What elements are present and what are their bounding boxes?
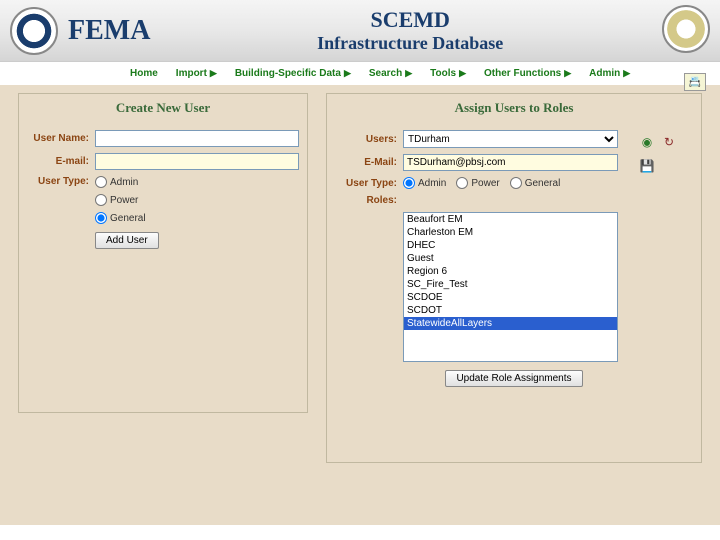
usertype-radio-group: Admin Power General [95, 176, 146, 224]
username-label: User Name: [27, 133, 95, 144]
radio-general[interactable]: General [95, 212, 146, 224]
assign-roles-title: Assign Users to Roles [335, 100, 693, 116]
refresh-icon[interactable]: ↻ [661, 134, 677, 150]
users-label: Users: [335, 134, 403, 145]
radio-power[interactable]: Power [95, 194, 146, 206]
roles-listbox[interactable]: Beaufort EMCharleston EMDHECGuestRegion … [403, 212, 618, 362]
assign-usertype-radio-group: Admin Power General [403, 177, 560, 189]
app-header: FEMA SCEMD Infrastructure Database [0, 0, 720, 62]
assign-usertype-label: User Type: [335, 178, 403, 189]
users-select[interactable]: TDurham [403, 130, 618, 148]
assign-roles-panel: Assign Users to Roles ◉ ↻ 💾 Users: TDurh… [326, 93, 702, 463]
role-option[interactable]: SC_Fire_Test [404, 278, 617, 291]
create-user-panel: Create New User User Name: E-mail: User … [18, 93, 308, 413]
title-line-2: Infrastructure Database [110, 33, 710, 54]
sc-seal-icon [662, 5, 710, 53]
panel-action-icons: ◉ ↻ 💾 [639, 134, 677, 174]
title-line-1: SCEMD [110, 7, 710, 33]
role-option[interactable]: Guest [404, 252, 617, 265]
nav-admin[interactable]: Admin▶ [589, 68, 630, 79]
assign-email-input[interactable] [403, 154, 618, 171]
nav-search[interactable]: Search▶ [369, 68, 412, 79]
chevron-right-icon: ▶ [210, 68, 217, 79]
fema-seal-icon [10, 7, 58, 55]
nav-building-data[interactable]: Building-Specific Data▶ [235, 68, 351, 79]
add-user-button[interactable]: Add User [95, 232, 159, 249]
nav-import[interactable]: Import▶ [176, 68, 217, 79]
content-area: 📇 Create New User User Name: E-mail: Use… [0, 85, 720, 525]
nav-tools[interactable]: Tools▶ [430, 68, 466, 79]
nav-home[interactable]: Home [130, 68, 158, 79]
email-label: E-mail: [27, 156, 95, 167]
nav-other[interactable]: Other Functions▶ [484, 68, 571, 79]
role-option[interactable]: DHEC [404, 239, 617, 252]
save-icon[interactable]: 💾 [639, 158, 655, 174]
chevron-right-icon: ▶ [623, 68, 630, 79]
assign-radio-power[interactable]: Power [456, 177, 499, 189]
email-input[interactable] [95, 153, 299, 170]
create-user-title: Create New User [27, 100, 299, 116]
radio-admin[interactable]: Admin [95, 176, 146, 188]
usertype-label: User Type: [27, 176, 95, 187]
chevron-right-icon: ▶ [405, 68, 412, 79]
chevron-right-icon: ▶ [459, 68, 466, 79]
go-icon[interactable]: ◉ [639, 134, 655, 150]
assign-email-label: E-Mail: [335, 157, 403, 168]
assign-radio-general[interactable]: General [510, 177, 561, 189]
role-option[interactable]: Charleston EM [404, 226, 617, 239]
roles-label: Roles: [335, 195, 403, 206]
app-title: SCEMD Infrastructure Database [110, 7, 710, 54]
main-nav: Home Import▶ Building-Specific Data▶ Sea… [0, 62, 720, 85]
role-option[interactable]: SCDOT [404, 304, 617, 317]
role-option[interactable]: SCDOE [404, 291, 617, 304]
assign-radio-admin[interactable]: Admin [403, 177, 446, 189]
role-option[interactable]: Region 6 [404, 265, 617, 278]
chevron-right-icon: ▶ [564, 68, 571, 79]
role-option[interactable]: StatewideAllLayers [404, 317, 617, 330]
username-input[interactable] [95, 130, 299, 147]
update-roles-button[interactable]: Update Role Assignments [445, 370, 582, 387]
help-icon[interactable]: 📇 [684, 73, 706, 91]
role-option[interactable]: Beaufort EM [404, 213, 617, 226]
chevron-right-icon: ▶ [344, 68, 351, 79]
